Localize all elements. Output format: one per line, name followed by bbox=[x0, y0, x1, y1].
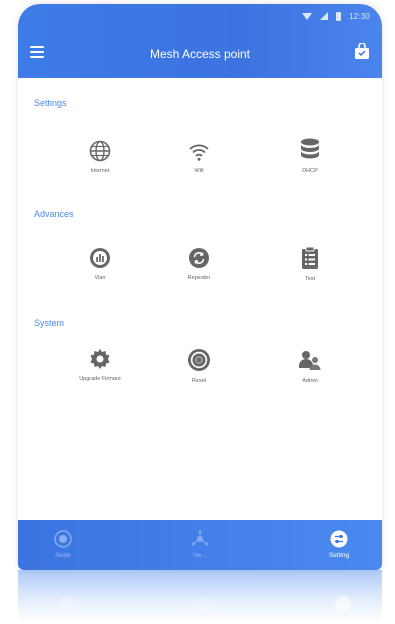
grid-item-repeater[interactable]: Repeater bbox=[154, 247, 244, 281]
grid-item-internet[interactable]: Internet bbox=[55, 140, 145, 174]
chart-icon bbox=[90, 248, 110, 268]
section-title-settings: Settings bbox=[34, 98, 67, 108]
globe-icon bbox=[89, 140, 111, 162]
grid-label: Test bbox=[304, 276, 316, 282]
tab-node[interactable]: Node bbox=[28, 520, 98, 570]
tab-label: Ne... bbox=[193, 552, 207, 559]
tab-label: Setting bbox=[328, 552, 350, 559]
setting-icon bbox=[330, 530, 348, 548]
device-reflection bbox=[18, 570, 382, 624]
database-icon bbox=[301, 138, 319, 159]
grid-item-dhcp[interactable]: DHCP bbox=[265, 138, 355, 174]
section-title-advances: Advances bbox=[34, 209, 74, 219]
signal-icon bbox=[319, 12, 328, 20]
grid-label: Reset bbox=[191, 378, 207, 384]
tab-setting[interactable]: Setting bbox=[304, 520, 374, 570]
wifi-status-icon bbox=[301, 12, 312, 20]
reflection-setting-icon bbox=[335, 596, 351, 612]
grid-label: DHCP bbox=[302, 168, 318, 174]
repeat-icon bbox=[189, 248, 209, 268]
grid-label: Wifi bbox=[194, 168, 204, 174]
grid-label: Vlan bbox=[94, 275, 106, 281]
section-title-system: System bbox=[34, 318, 65, 328]
status-bar: 12:30 bbox=[301, 10, 370, 22]
phone-screen: 12:30 Mesh Access point Settings Interne… bbox=[18, 4, 382, 570]
grid-label: Upgrade Firmare bbox=[79, 376, 121, 382]
bag-icon[interactable] bbox=[354, 43, 370, 60]
wifi-icon bbox=[189, 144, 209, 161]
bottom-tab-bar: Node Ne... Setting bbox=[18, 520, 382, 570]
tab-network[interactable]: Ne... bbox=[165, 520, 235, 570]
grid-item-vlan[interactable]: Vlan bbox=[55, 247, 145, 281]
grid-item-upgrade-firmware[interactable]: Upgrade Firmare bbox=[55, 348, 145, 382]
grid-item-reset[interactable]: Reset bbox=[154, 348, 244, 384]
gear-icon bbox=[90, 349, 110, 369]
grid-label: Internet bbox=[90, 168, 110, 174]
grid-item-wifi[interactable]: Wifi bbox=[154, 142, 244, 174]
grid-item-admin[interactable]: Admin bbox=[265, 348, 355, 384]
reset-icon bbox=[188, 349, 210, 371]
grid-item-test[interactable]: Test bbox=[265, 246, 355, 282]
tab-label: Node bbox=[55, 552, 71, 559]
reflection-network-icon bbox=[196, 596, 212, 612]
network-icon bbox=[192, 530, 208, 546]
clipboard-icon bbox=[302, 246, 318, 269]
node-icon bbox=[54, 530, 72, 548]
reflection-node-icon bbox=[59, 596, 75, 612]
grid-label: Repeater bbox=[187, 275, 211, 281]
users-icon bbox=[299, 351, 321, 370]
battery-icon bbox=[335, 11, 341, 21]
page-title: Mesh Access point bbox=[149, 47, 251, 61]
grid-label: Admin bbox=[302, 378, 318, 384]
app-bar: 12:30 Mesh Access point bbox=[18, 4, 382, 78]
status-time: 12:30 bbox=[348, 11, 370, 21]
